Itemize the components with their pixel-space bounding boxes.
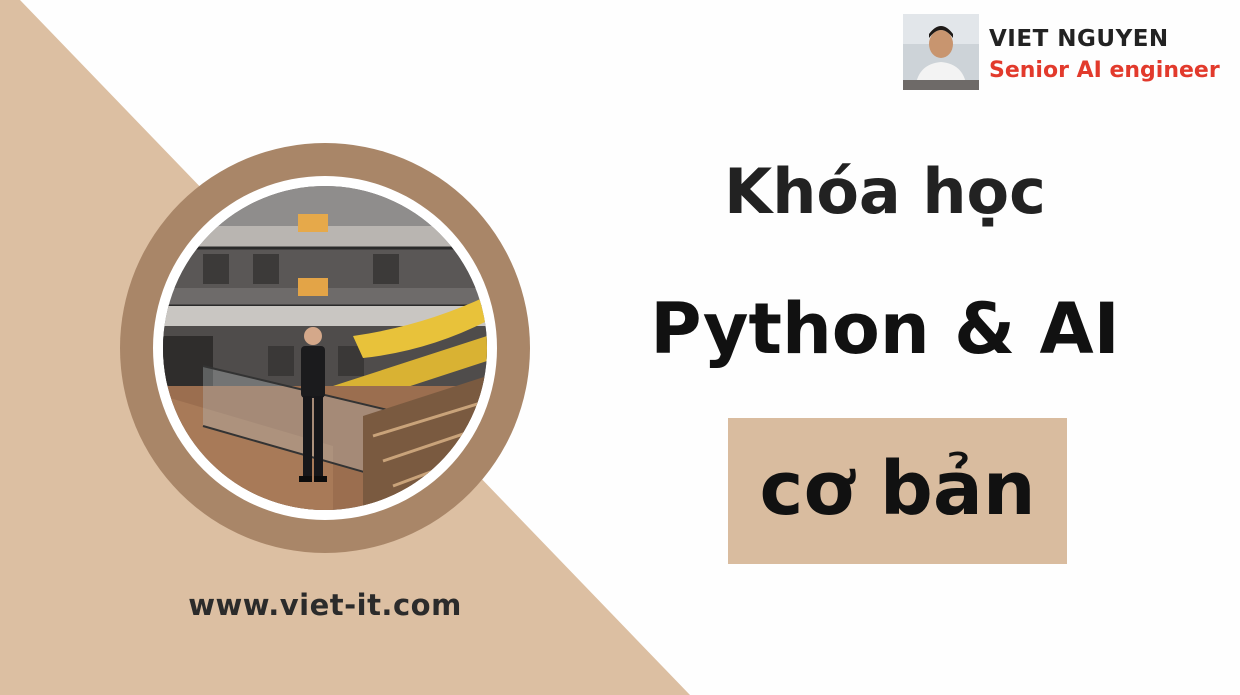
- course-level-badge: cơ bản: [728, 418, 1067, 564]
- website-url: www.viet-it.com: [188, 588, 462, 622]
- presenter-role: Senior AI engineer: [989, 58, 1220, 83]
- course-level-text: cơ bản: [759, 446, 1036, 532]
- course-title-line-1: Khóa học: [724, 155, 1046, 228]
- presenter-name: VIET NGUYEN: [989, 26, 1169, 52]
- slide: www.viet-it.com VIET NGUYEN Senior AI en…: [0, 0, 1240, 695]
- course-title-line-2: Python & AI: [650, 288, 1120, 370]
- presenter-avatar: [903, 14, 979, 90]
- main-photo: [163, 186, 487, 510]
